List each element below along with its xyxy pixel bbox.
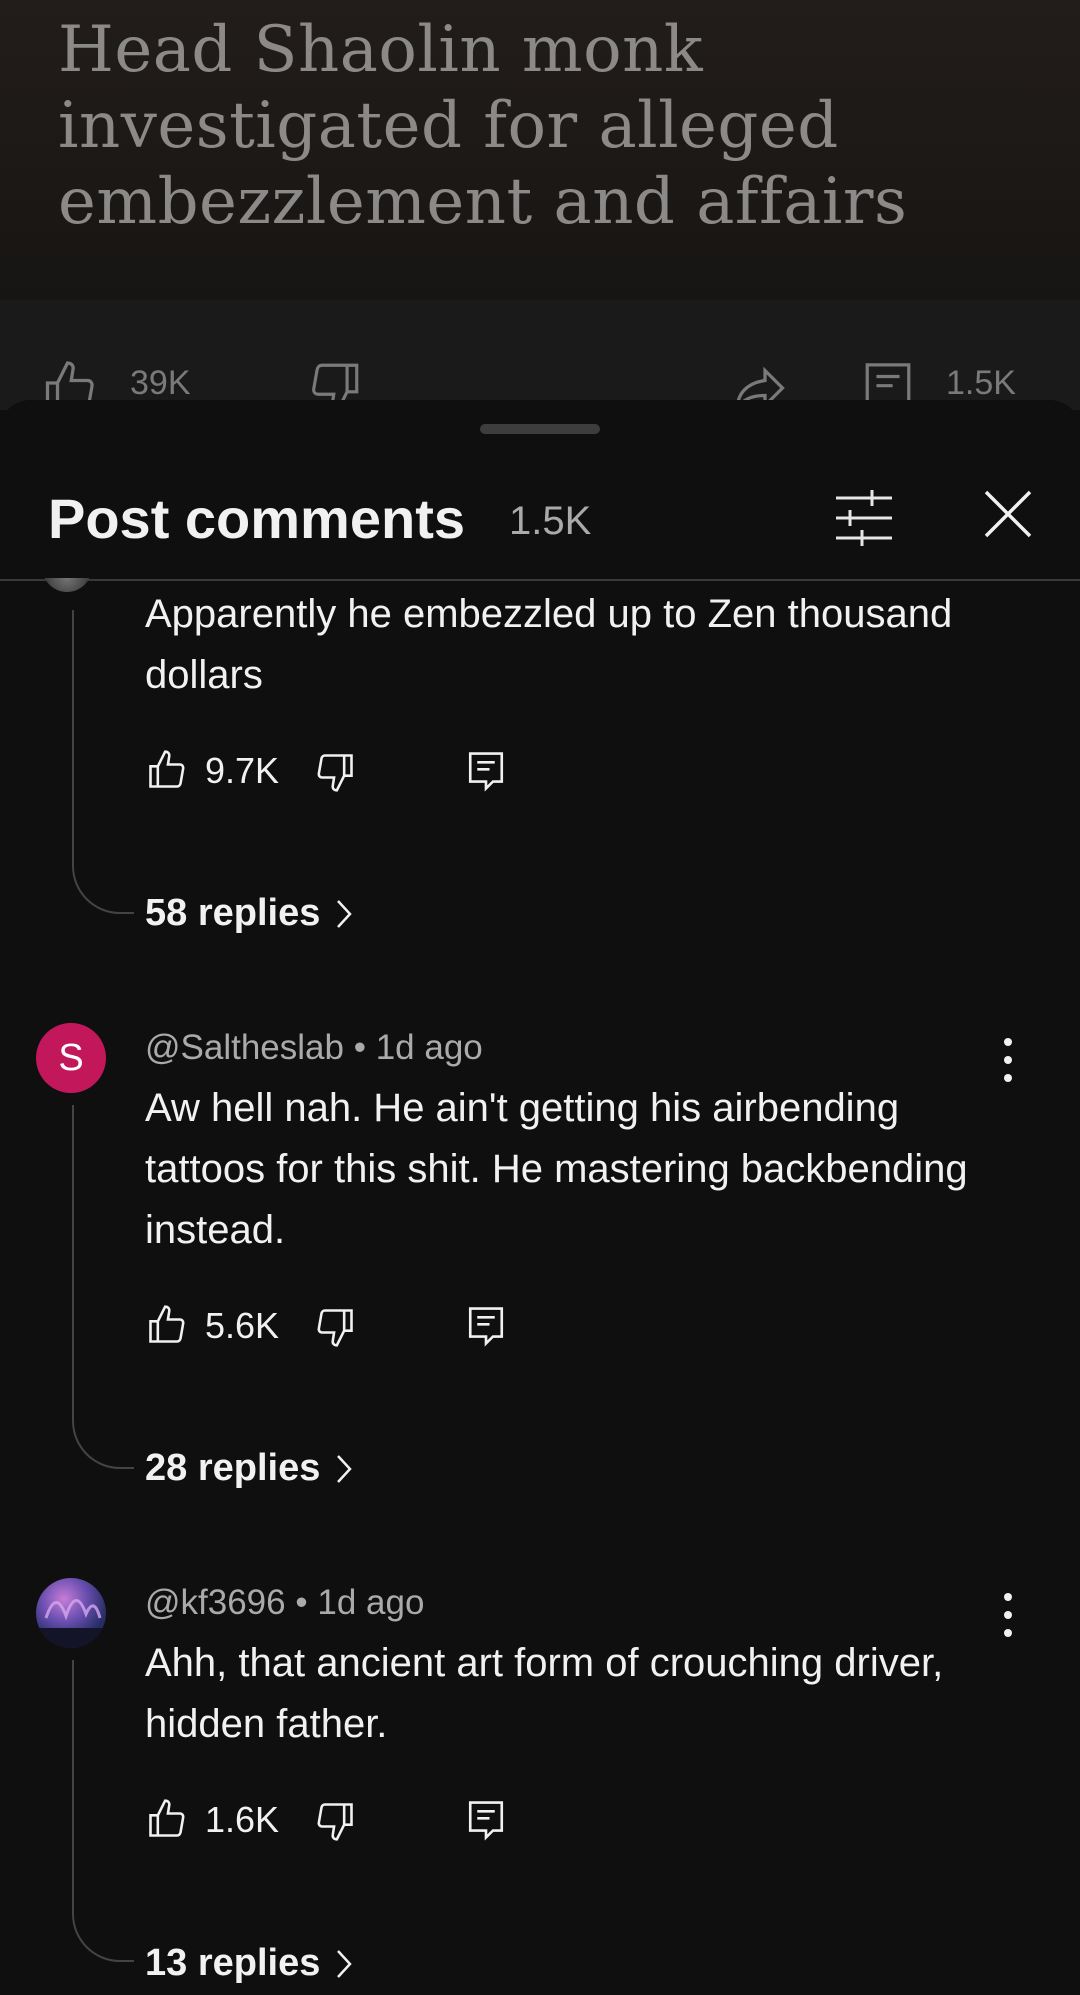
sheet-header: Post comments 1.5K bbox=[0, 460, 1080, 580]
comment-time: 1d ago bbox=[317, 1583, 425, 1622]
chevron-right-icon bbox=[337, 899, 353, 928]
post-comment-count: 1.5K bbox=[946, 364, 1016, 402]
comment-time: 1d ago bbox=[375, 1028, 483, 1067]
dislike-button[interactable] bbox=[313, 1799, 357, 1843]
comment-meta: @kf3696 • 1d ago bbox=[145, 1583, 424, 1623]
meta-separator: • bbox=[353, 1028, 366, 1067]
reply-button[interactable] bbox=[465, 748, 507, 794]
avatar-letter: S bbox=[58, 1036, 84, 1079]
dislike-button[interactable] bbox=[313, 750, 357, 794]
comment-text: Apparently he embezzled up to Zen thousa… bbox=[145, 592, 953, 697]
comment-author[interactable]: @Saltheslab bbox=[145, 1028, 344, 1067]
close-button[interactable] bbox=[976, 482, 1040, 546]
like-count: 5.6K bbox=[205, 1305, 280, 1346]
replies-label: 28 replies bbox=[145, 1447, 321, 1489]
comment-actions: 9.7K bbox=[145, 742, 565, 802]
comment-author[interactable]: @kf3696 bbox=[145, 1583, 286, 1622]
avatar[interactable]: S bbox=[36, 1023, 106, 1093]
sliders-icon bbox=[836, 490, 892, 546]
like-count: 9.7K bbox=[205, 750, 280, 791]
post-action-bar: 39K 1.5K bbox=[0, 300, 1080, 415]
like-button[interactable] bbox=[145, 1303, 189, 1347]
comment-actions: 1.6K bbox=[145, 1791, 565, 1851]
dislike-button[interactable] bbox=[313, 1305, 357, 1349]
sheet-title: Post comments bbox=[48, 487, 465, 550]
meta-separator: • bbox=[295, 1583, 308, 1622]
avatar bbox=[42, 578, 92, 594]
chevron-right-icon bbox=[337, 1454, 353, 1483]
post-like-count: 39K bbox=[130, 364, 191, 402]
avatar[interactable] bbox=[36, 1578, 106, 1648]
chevron-right-icon bbox=[337, 1949, 353, 1978]
header-divider bbox=[0, 579, 1080, 581]
replies-label: 58 replies bbox=[145, 892, 321, 934]
thread-line bbox=[72, 1105, 134, 1469]
view-replies-button[interactable]: 13 replies bbox=[145, 1942, 354, 1985]
like-button[interactable] bbox=[145, 748, 189, 792]
view-replies-button[interactable]: 28 replies bbox=[145, 1447, 354, 1490]
reply-button[interactable] bbox=[465, 1303, 507, 1349]
comment-actions: 5.6K bbox=[145, 1297, 565, 1357]
like-button[interactable] bbox=[145, 1797, 189, 1841]
sheet-drag-handle[interactable] bbox=[480, 424, 600, 434]
post-headline: Head Shaolin monk investigated for alleg… bbox=[58, 13, 908, 239]
comment-count: 1.5K bbox=[509, 499, 592, 543]
replies-label: 13 replies bbox=[145, 1942, 321, 1984]
thread-line bbox=[72, 610, 134, 914]
reply-button[interactable] bbox=[465, 1797, 507, 1843]
view-replies-button[interactable]: 58 replies bbox=[145, 892, 354, 935]
like-count: 1.6K bbox=[205, 1799, 280, 1840]
comment-meta: @Saltheslab • 1d ago bbox=[145, 1028, 483, 1068]
aurora-avatar-image bbox=[36, 1599, 106, 1648]
close-icon bbox=[984, 490, 1032, 538]
thread-line bbox=[72, 1660, 134, 1962]
post-header-image: Head Shaolin monk investigated for alleg… bbox=[0, 0, 1080, 300]
comment-text: Aw hell nah. He ain't getting his airben… bbox=[145, 1086, 968, 1252]
sort-filter-button[interactable] bbox=[828, 482, 900, 554]
screen: Head Shaolin monk investigated for alleg… bbox=[0, 0, 1080, 1995]
comment-text: Ahh, that ancient art form of crouching … bbox=[145, 1641, 944, 1746]
